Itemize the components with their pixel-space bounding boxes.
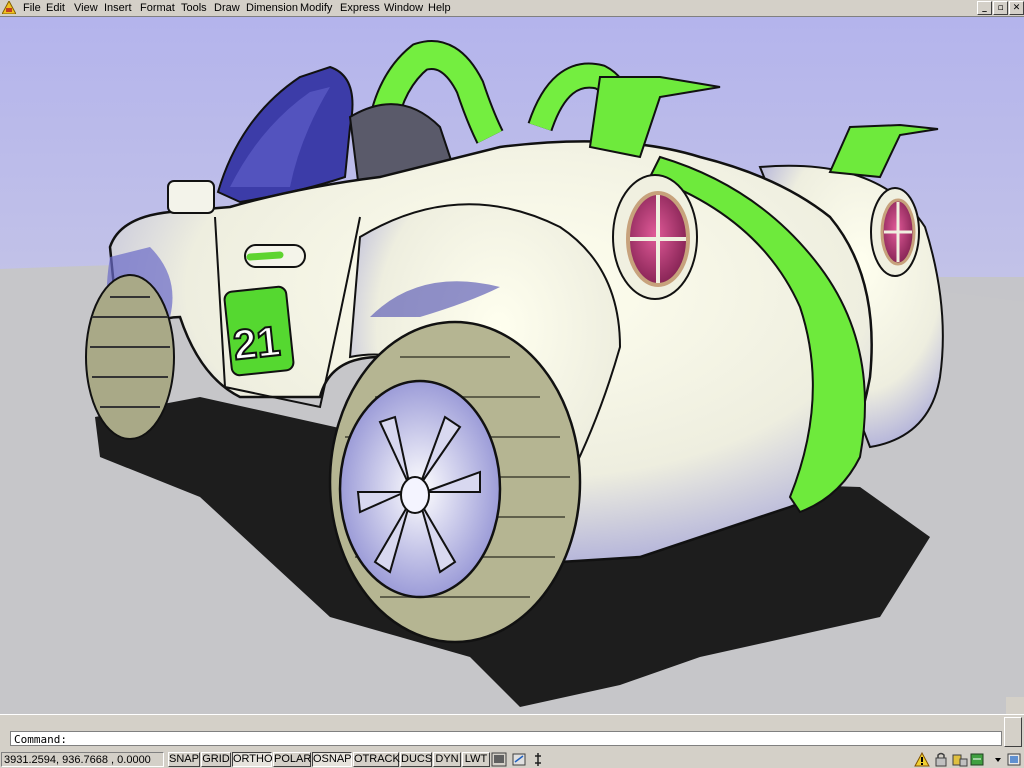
close-button[interactable]: ✕ (1009, 1, 1024, 15)
car-render: 21 (0, 17, 1024, 714)
menu-tools[interactable]: Tools (180, 1, 208, 15)
maximize-viewport-icon[interactable] (511, 752, 527, 767)
menu-insert[interactable]: Insert (103, 1, 133, 15)
viewport-corner (1006, 697, 1024, 714)
clean-screen-icon[interactable] (1006, 752, 1022, 767)
menu-modify[interactable]: Modify (299, 1, 333, 15)
otrack-toggle[interactable]: OTRACK (353, 752, 400, 767)
menu-express[interactable]: Express (339, 1, 381, 15)
model-paper-icon[interactable] (491, 752, 507, 767)
lock-icon[interactable] (933, 752, 949, 767)
grid-toggle[interactable]: GRID (201, 752, 231, 767)
minimize-button[interactable]: _ (977, 1, 992, 15)
status-menu-arrow-icon[interactable] (990, 752, 1006, 767)
front-wheel (85, 274, 175, 440)
menu-draw[interactable]: Draw (213, 1, 241, 15)
door-handle (246, 251, 284, 261)
drawing-viewport[interactable]: 21 (0, 16, 1024, 714)
dyn-toggle[interactable]: DYN (433, 752, 461, 767)
race-number: 21 (231, 317, 282, 369)
snap-toggle[interactable]: SNAP (168, 752, 200, 767)
menu-dimension[interactable]: Dimension (245, 1, 299, 15)
side-mirror (167, 180, 215, 214)
toolbar-lock-icon[interactable] (952, 752, 968, 767)
command-window: Command: (0, 714, 1024, 751)
menu-help[interactable]: Help (427, 1, 452, 15)
menu-window[interactable]: Window (383, 1, 424, 15)
autocad-app-icon[interactable] (2, 1, 16, 14)
lwt-toggle[interactable]: LWT (462, 752, 490, 767)
osnap-toggle[interactable]: OSNAP (312, 752, 352, 767)
annotation-scale-icon[interactable] (530, 752, 546, 767)
status-bar: 3931.2594, 936.7668 , 0.0000 SNAP GRID O… (0, 751, 1024, 768)
command-line[interactable]: Command: (10, 731, 1002, 746)
ducs-toggle[interactable]: DUCS (400, 752, 432, 767)
hub-cap (400, 476, 430, 514)
menu-bar: File Edit View Insert Format Tools Draw … (0, 0, 1024, 16)
layer-icon[interactable] (969, 752, 985, 767)
command-prompt: Command: (14, 733, 67, 746)
menu-file[interactable]: File (22, 1, 42, 15)
ortho-toggle[interactable]: ORTHO (232, 752, 273, 767)
menu-edit[interactable]: Edit (45, 1, 66, 15)
communication-center-icon[interactable] (914, 752, 930, 767)
coordinate-display[interactable]: 3931.2594, 936.7668 , 0.0000 (1, 752, 164, 767)
restore-button[interactable]: ▫ (993, 1, 1008, 15)
command-scrollbar[interactable] (1004, 717, 1022, 747)
menu-format[interactable]: Format (139, 1, 176, 15)
polar-toggle[interactable]: POLAR (273, 752, 311, 767)
menu-view[interactable]: View (73, 1, 99, 15)
